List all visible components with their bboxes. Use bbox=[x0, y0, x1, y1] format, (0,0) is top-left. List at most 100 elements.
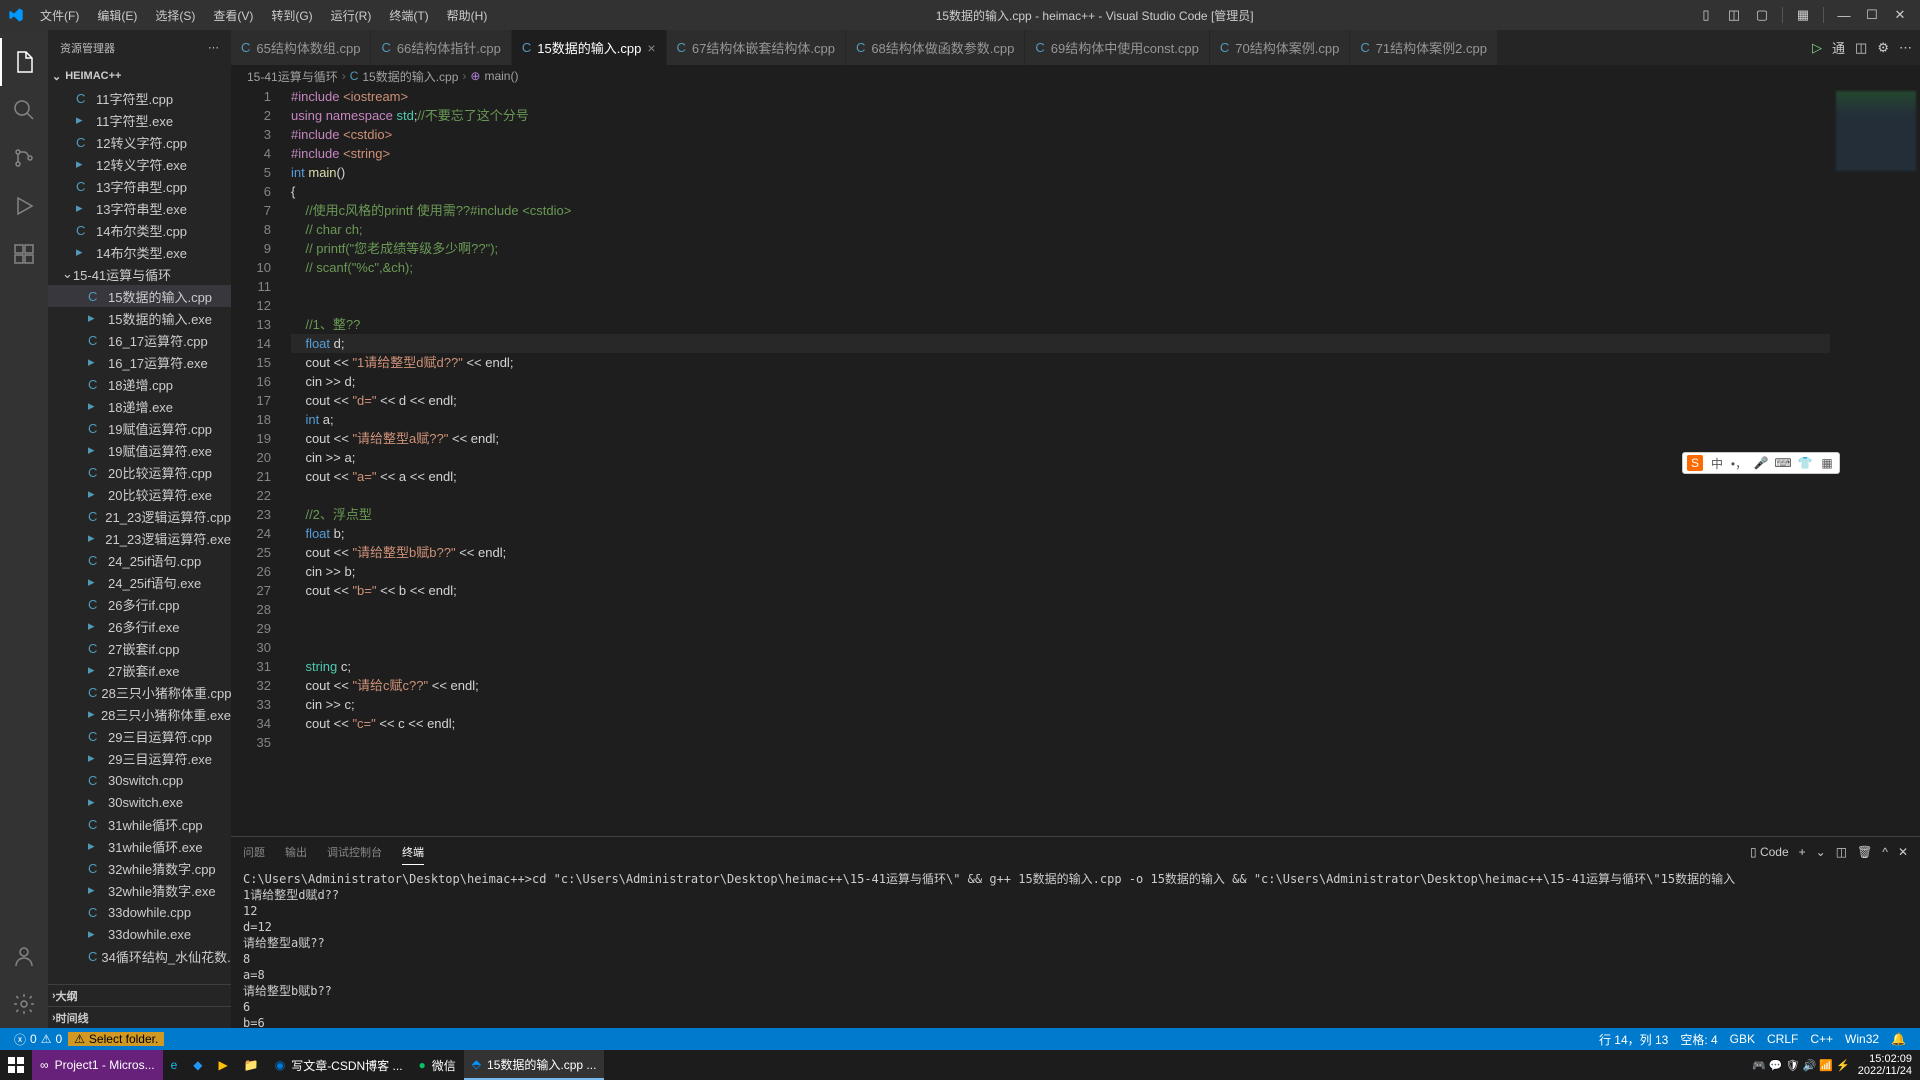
status-select-folder[interactable]: ⚠ Select folder. bbox=[68, 1032, 164, 1046]
file-item[interactable]: C27嵌套if.cpp bbox=[48, 637, 231, 659]
file-item[interactable]: ▸16_17运算符.exe bbox=[48, 351, 231, 373]
panel-maximize-icon[interactable]: ^ bbox=[1882, 845, 1888, 859]
sidebar-more-icon[interactable]: ⋯ bbox=[208, 41, 219, 54]
account-icon[interactable] bbox=[0, 932, 48, 980]
editor-tab[interactable]: C70结构体案例.cpp bbox=[1210, 30, 1350, 65]
file-item[interactable]: ▸19赋值运算符.exe bbox=[48, 439, 231, 461]
file-item[interactable]: ▸24_25if语句.exe bbox=[48, 571, 231, 593]
explorer-icon[interactable] bbox=[0, 38, 48, 86]
file-item[interactable]: C31while循环.cpp bbox=[48, 813, 231, 835]
file-item[interactable]: ▸29三目运算符.exe bbox=[48, 747, 231, 769]
file-item[interactable]: C19赋值运算符.cpp bbox=[48, 417, 231, 439]
status-eol[interactable]: CRLF bbox=[1761, 1031, 1804, 1048]
file-item[interactable]: C20比较运算符.cpp bbox=[48, 461, 231, 483]
ime-keyboard-icon[interactable]: ⌨ bbox=[1775, 455, 1791, 471]
file-item[interactable]: ▸13字符串型.exe bbox=[48, 197, 231, 219]
file-item[interactable]: C32while猜数字.cpp bbox=[48, 857, 231, 879]
code-editor[interactable]: 1234567891011121314151617181920212223242… bbox=[231, 87, 1920, 836]
status-position[interactable]: 行 14，列 13 bbox=[1593, 1031, 1674, 1048]
taskbar-clock[interactable]: 15:02:09 2022/11/24 bbox=[1858, 1053, 1912, 1077]
ime-toolbar[interactable]: S 中 •， 🎤 ⌨ 👕 ▦ bbox=[1682, 452, 1840, 474]
menu-help[interactable]: 帮助(H) bbox=[439, 3, 496, 28]
layout-panelbottom-icon[interactable]: ▢ bbox=[1750, 3, 1774, 27]
file-item[interactable]: ▸20比较运算符.exe bbox=[48, 483, 231, 505]
file-item[interactable]: ▸28三只小猪称体重.exe bbox=[48, 703, 231, 725]
tab-close-icon[interactable]: × bbox=[647, 40, 655, 56]
folder-root[interactable]: ⌄ HEIMAC++ bbox=[48, 65, 231, 87]
menu-terminal[interactable]: 终端(T) bbox=[381, 3, 436, 28]
file-item[interactable]: C21_23逻辑运算符.cpp bbox=[48, 505, 231, 527]
search-icon[interactable] bbox=[0, 86, 48, 134]
taskbar-explorer[interactable]: 📁 bbox=[236, 1050, 267, 1080]
maximize-icon[interactable]: ☐ bbox=[1860, 3, 1884, 27]
file-item[interactable]: ▸14布尔类型.exe bbox=[48, 241, 231, 263]
file-item[interactable]: C18递增.cpp bbox=[48, 373, 231, 395]
editor-tab[interactable]: C65结构体数组.cpp bbox=[231, 30, 371, 65]
file-item[interactable]: C15数据的输入.cpp bbox=[48, 285, 231, 307]
source-control-icon[interactable] bbox=[0, 134, 48, 182]
editor-tab[interactable]: C66结构体指针.cpp bbox=[371, 30, 511, 65]
status-lang[interactable]: C++ bbox=[1804, 1031, 1839, 1048]
taskbar-edge[interactable]: ◉写文章-CSDN博客 ... bbox=[267, 1050, 411, 1080]
file-item[interactable]: ▸33dowhile.exe bbox=[48, 923, 231, 945]
extensions-icon[interactable] bbox=[0, 230, 48, 278]
taskbar-vs[interactable]: ∞Project1 - Micros... bbox=[32, 1050, 163, 1080]
file-item[interactable]: ▸32while猜数字.exe bbox=[48, 879, 231, 901]
layout-customize-icon[interactable]: ▦ bbox=[1791, 3, 1815, 27]
editor-tab[interactable]: C67结构体嵌套结构体.cpp bbox=[667, 30, 846, 65]
menu-edit[interactable]: 编辑(E) bbox=[89, 3, 145, 28]
close-icon[interactable]: ✕ bbox=[1888, 3, 1912, 27]
system-tray[interactable]: 🎮 💬 🛡 🔊 📶 ⚡ 15:02:09 2022/11/24 bbox=[1752, 1053, 1920, 1077]
file-item[interactable]: C16_17运算符.cpp bbox=[48, 329, 231, 351]
editor-tab[interactable]: C71结构体案例2.cpp bbox=[1350, 30, 1498, 65]
panel-tab-problems[interactable]: 问题 bbox=[243, 840, 265, 864]
gear-icon[interactable]: ⚙ bbox=[1877, 40, 1889, 56]
file-item[interactable]: ▸11字符型.exe bbox=[48, 109, 231, 131]
menu-run[interactable]: 运行(R) bbox=[323, 3, 380, 28]
start-button[interactable] bbox=[0, 1050, 32, 1080]
file-item[interactable]: ▸15数据的输入.exe bbox=[48, 307, 231, 329]
file-item[interactable]: ▸21_23逻辑运算符.exe bbox=[48, 527, 231, 549]
file-item[interactable]: ▸31while循环.exe bbox=[48, 835, 231, 857]
layout-sidebar-icon[interactable]: ◫ bbox=[1722, 3, 1746, 27]
taskbar-vscode[interactable]: ⬘15数据的输入.cpp ... bbox=[464, 1050, 605, 1080]
status-spaces[interactable]: 空格: 4 bbox=[1674, 1031, 1723, 1048]
status-win32[interactable]: Win32 bbox=[1839, 1031, 1885, 1048]
subfolder[interactable]: ⌄ 15-41运算与循环 bbox=[48, 263, 231, 285]
panel-tab-debug[interactable]: 调试控制台 bbox=[327, 840, 382, 864]
code-content[interactable]: #include <iostream>using namespace std;/… bbox=[291, 87, 1830, 836]
file-item[interactable]: C34循环结构_水仙花数.cpp bbox=[48, 945, 231, 967]
editor-tab[interactable]: C69结构体中使用const.cpp bbox=[1025, 30, 1210, 65]
file-item[interactable]: C29三目运算符.cpp bbox=[48, 725, 231, 747]
ime-menu-icon[interactable]: ▦ bbox=[1819, 455, 1835, 471]
more-icon[interactable]: ⋯ bbox=[1899, 40, 1912, 56]
breadcrumb[interactable]: 15-41运算与循环› C15数据的输入.cpp› ⊕main() bbox=[231, 65, 1920, 87]
editor-tab[interactable]: C15数据的输入.cpp× bbox=[512, 30, 667, 65]
panel-tab-output[interactable]: 输出 bbox=[285, 840, 307, 864]
taskbar-app2[interactable]: ▶ bbox=[211, 1050, 236, 1080]
file-item[interactable]: C28三只小猪称体重.cpp bbox=[48, 681, 231, 703]
file-item[interactable]: ▸12转义字符.exe bbox=[48, 153, 231, 175]
status-notifications-icon[interactable]: 🔔 bbox=[1885, 1031, 1912, 1048]
file-item[interactable]: C12转义字符.cpp bbox=[48, 131, 231, 153]
settings-gear-icon[interactable] bbox=[0, 980, 48, 1028]
file-item[interactable]: C24_25if语句.cpp bbox=[48, 549, 231, 571]
editor-tab[interactable]: C68结构体做函数参数.cpp bbox=[846, 30, 1025, 65]
file-item[interactable]: C13字符串型.cpp bbox=[48, 175, 231, 197]
panel-tab-terminal[interactable]: 终端 bbox=[402, 840, 424, 865]
timeline-section[interactable]: ›时间线 bbox=[48, 1006, 231, 1028]
ime-skin-icon[interactable]: 👕 bbox=[1797, 455, 1813, 471]
layout-panel-icon[interactable]: ▯ bbox=[1694, 3, 1718, 27]
file-item[interactable]: C11字符型.cpp bbox=[48, 87, 231, 109]
run-file-icon[interactable]: ▷ bbox=[1812, 40, 1822, 56]
terminal-profile[interactable]: ▯ Code bbox=[1750, 845, 1789, 859]
file-item[interactable]: C30switch.cpp bbox=[48, 769, 231, 791]
ime-mic-icon[interactable]: 🎤 bbox=[1753, 455, 1769, 471]
file-item[interactable]: C33dowhile.cpp bbox=[48, 901, 231, 923]
taskbar-app1[interactable]: ◆ bbox=[185, 1050, 210, 1080]
menu-view[interactable]: 查看(V) bbox=[205, 3, 261, 28]
tray-icons[interactable]: 🎮 💬 🛡 🔊 📶 ⚡ bbox=[1752, 1059, 1850, 1072]
panel-close-icon[interactable]: ✕ bbox=[1898, 845, 1908, 859]
file-item[interactable]: ▸30switch.exe bbox=[48, 791, 231, 813]
file-item[interactable]: C26多行if.cpp bbox=[48, 593, 231, 615]
